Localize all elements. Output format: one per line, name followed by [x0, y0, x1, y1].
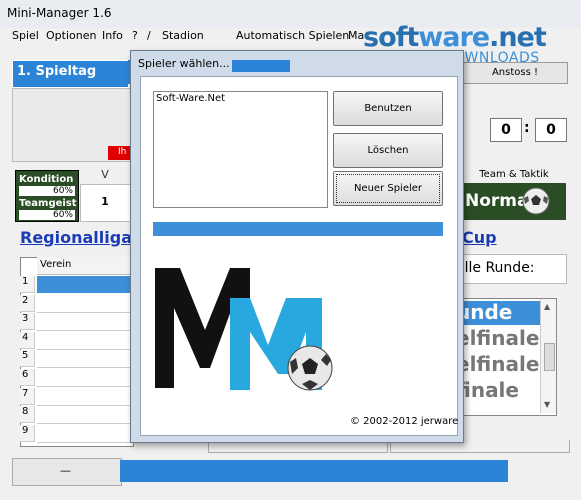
use-button[interactable]: Benutzen — [333, 91, 443, 126]
table-header-verein[interactable]: Verein — [37, 257, 132, 275]
table-row-number: 9 — [20, 424, 35, 442]
score-home: 0 — [490, 118, 522, 142]
cup-link[interactable]: Cup — [462, 228, 497, 247]
scroll-thumb[interactable] — [544, 343, 555, 371]
round-item[interactable]: elfinale — [456, 352, 539, 376]
status-dash: — — [60, 464, 71, 477]
table-row-number: 6 — [20, 369, 35, 386]
kondition-label: Kondition — [19, 174, 74, 185]
menu-auto-play[interactable]: Automatisch Spielen — [236, 29, 349, 42]
selected-row-highlight[interactable] — [37, 276, 132, 293]
current-round-label: elle Runde: — [456, 260, 535, 276]
watermark-brand-b: ware — [418, 22, 490, 53]
window-title: Mini-Manager 1.6 — [7, 6, 112, 20]
spieltag-label: 1. Spieltag — [17, 64, 97, 79]
league-link[interactable]: Regionalliga — [20, 228, 132, 247]
team-tactic-header: Team & Taktik — [479, 169, 549, 180]
player-list[interactable] — [153, 91, 328, 208]
new-player-button[interactable]: Neuer Spieler — [333, 171, 443, 206]
menu-stadion[interactable]: Stadion — [162, 29, 204, 42]
round-item[interactable]: finale — [456, 378, 519, 402]
alert-text: Ih — [118, 147, 127, 157]
table-row[interactable] — [37, 350, 132, 369]
table-row[interactable] — [37, 331, 132, 350]
table-row[interactable] — [37, 313, 132, 332]
menu-help[interactable]: ? — [132, 29, 138, 42]
menu-separator: / — [147, 29, 151, 42]
mini-manager-logo — [155, 268, 333, 391]
v-column-header: V — [101, 168, 109, 181]
round-item[interactable]: elfinale — [456, 326, 539, 350]
table-row[interactable] — [37, 369, 132, 387]
v-value: 1 — [101, 195, 109, 208]
watermark-brand-c: .net — [489, 22, 547, 53]
dialog-title-strip — [232, 60, 290, 72]
status-bar — [120, 460, 508, 482]
dialog-progress-bar — [153, 222, 443, 236]
score-away: 0 — [535, 118, 567, 142]
table-row[interactable] — [37, 406, 132, 425]
scroll-down-icon[interactable]: ▼ — [544, 400, 550, 409]
menu-spiel[interactable]: Spiel — [12, 29, 39, 42]
watermark-brand-a: soft — [363, 22, 419, 53]
score-separator: : — [524, 120, 530, 136]
round-item[interactable]: unde — [456, 300, 512, 324]
rounds-scrollbar[interactable]: ▲ ▼ — [540, 299, 556, 413]
kondition-value: 60% — [19, 186, 75, 196]
table-row[interactable] — [37, 387, 132, 406]
teamgeist-label: Teamgeist — [19, 198, 77, 209]
player-list-item[interactable]: Soft-Ware.Net — [156, 93, 225, 104]
table-row-number: 2 — [20, 294, 35, 312]
copyright-text: © 2002-2012 jerware — [350, 416, 459, 427]
dialog-title: Spieler wählen... — [138, 57, 230, 70]
watermark-logo: software.net — [363, 22, 547, 53]
table-row-number: 1 — [20, 276, 35, 293]
delete-button[interactable]: Löschen — [333, 133, 443, 168]
menu-ma[interactable]: Ma — [348, 29, 364, 42]
fitness-box: Kondition 60% Teamgeist 60% — [15, 170, 79, 222]
table-row-number: 5 — [20, 350, 35, 368]
table-row[interactable] — [37, 424, 132, 443]
menu-info[interactable]: Info — [102, 29, 123, 42]
table-row-number: 8 — [20, 406, 35, 424]
teamgeist-value: 60% — [19, 210, 75, 220]
table-row[interactable] — [37, 294, 132, 313]
table-row-number: 4 — [20, 331, 35, 349]
football-icon — [522, 187, 550, 215]
table-row-number: 7 — [20, 387, 35, 405]
menu-optionen[interactable]: Optionen — [46, 29, 96, 42]
table-row-number: 3 — [20, 313, 35, 331]
scroll-up-icon[interactable]: ▲ — [544, 302, 550, 311]
